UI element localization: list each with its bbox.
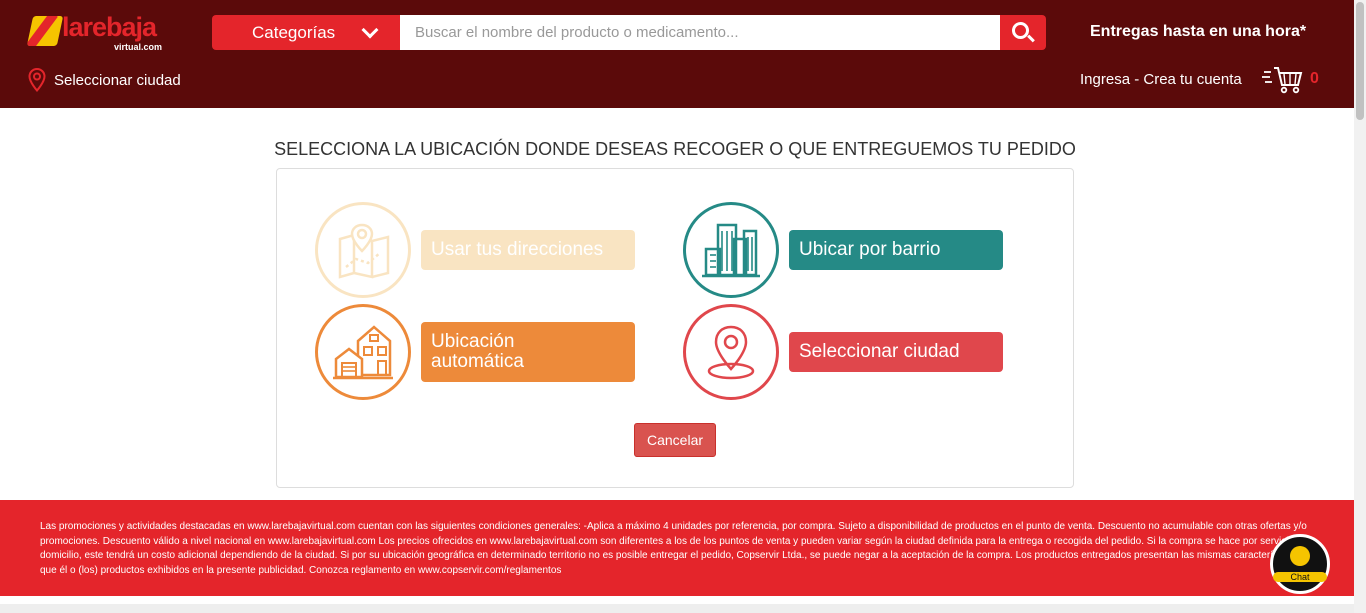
cart-count: 0 [1310, 70, 1319, 87]
locate-by-neighborhood-label: Ubicar por barrio [789, 230, 1003, 270]
scrollbar-thumb[interactable] [1356, 2, 1364, 120]
select-city-link[interactable]: Seleccionar ciudad [28, 67, 181, 93]
automatic-location-label-line2: automática [431, 351, 524, 372]
select-city-option[interactable]: Seleccionar ciudad [683, 304, 1003, 400]
logo-text: larebaja [62, 12, 157, 42]
chat-button[interactable]: Chat [1270, 534, 1330, 594]
chat-avatar-icon [1290, 546, 1310, 566]
automatic-location-label-line1: Ubicación [431, 331, 515, 352]
automatic-location-label-text: Ubicación automática [431, 332, 524, 372]
scrollbar[interactable] [1354, 0, 1366, 613]
select-city-option-label: Seleccionar ciudad [789, 332, 1003, 372]
cart-icon[interactable] [1262, 66, 1304, 94]
map-pin-icon [28, 68, 46, 92]
location-pin-icon [683, 304, 779, 400]
cancel-button[interactable]: Cancelar [634, 423, 716, 457]
page-title: SELECCIONA LA UBICACIÓN DONDE DESEAS REC… [274, 139, 1076, 159]
categories-button[interactable]: Categorías [212, 15, 400, 50]
use-addresses-option[interactable]: Usar tus direcciones [315, 202, 635, 298]
use-addresses-label: Usar tus direcciones [421, 230, 635, 270]
login-register-link[interactable]: Ingresa - Crea tu cuenta [1080, 71, 1242, 88]
logo[interactable]: larebaja virtual.com [26, 12, 170, 54]
houses-icon [315, 304, 411, 400]
search-icon-handle [1027, 34, 1035, 43]
page: larebaja virtual.com Categorías Entregas… [0, 0, 1366, 613]
logo-mark-icon [26, 16, 64, 46]
legal-disclaimer: Las promociones y actividades destacadas… [40, 521, 1307, 576]
automatic-location-label: Ubicación automática [421, 322, 635, 382]
categories-label: Categorías [252, 22, 336, 42]
footer: Las promociones y actividades destacadas… [0, 500, 1366, 596]
locate-by-neighborhood-option[interactable]: Ubicar por barrio [683, 202, 1003, 298]
chevron-down-icon [361, 21, 379, 39]
delivery-banner-text: Entregas hasta en una hora* [1090, 23, 1307, 40]
bottom-bar [0, 604, 1366, 613]
select-city-label: Seleccionar ciudad [54, 71, 181, 89]
search-input[interactable] [400, 15, 1000, 50]
search-button[interactable] [1000, 15, 1046, 50]
header: larebaja virtual.com Categorías Entregas… [0, 0, 1366, 108]
map-pin-icon [315, 202, 411, 298]
city-buildings-icon [683, 202, 779, 298]
automatic-location-option[interactable]: Ubicación automática [315, 304, 635, 400]
logo-subtext: virtual.com [114, 42, 163, 52]
chat-label: Chat [1273, 572, 1327, 582]
